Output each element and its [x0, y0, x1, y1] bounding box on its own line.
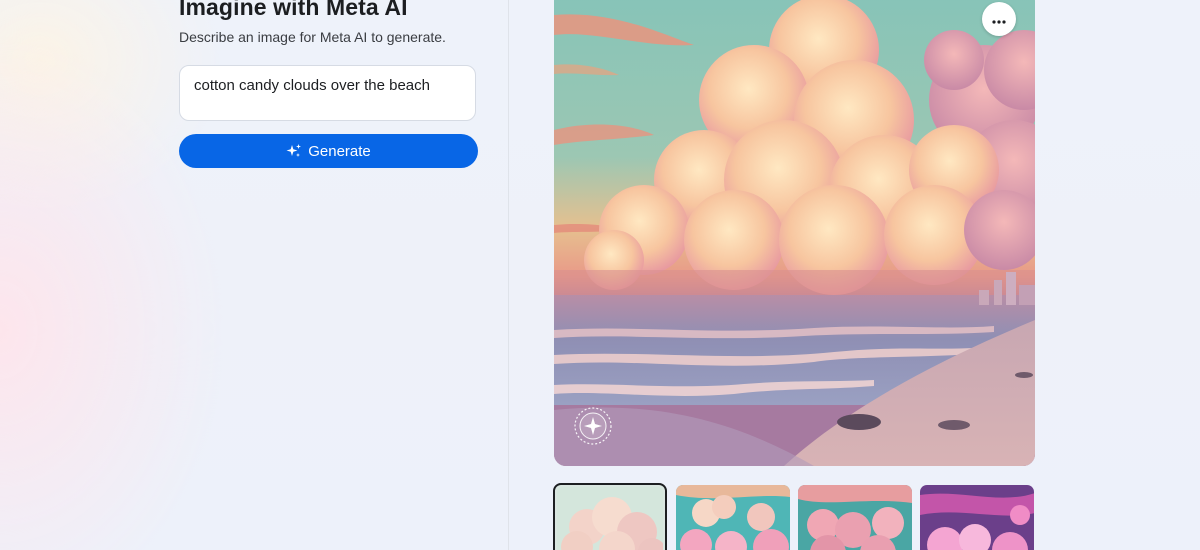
generate-label: Generate	[308, 142, 371, 160]
page-subtitle: Describe an image for Meta AI to generat…	[179, 29, 446, 45]
generated-image[interactable]	[554, 0, 1035, 466]
ai-watermark-icon	[573, 406, 613, 446]
sparkle-icon	[286, 143, 302, 159]
thumbnail-4[interactable]	[920, 485, 1034, 550]
more-options-button[interactable]	[982, 2, 1016, 36]
page-title: Imagine with Meta AI	[179, 0, 408, 20]
thumbnail-3[interactable]	[798, 485, 912, 550]
prompt-input[interactable]	[179, 65, 476, 121]
ellipsis-icon	[992, 12, 1006, 27]
generate-button[interactable]: Generate	[179, 134, 478, 168]
thumbnail-2[interactable]	[676, 485, 790, 550]
panel-divider	[508, 0, 509, 550]
thumbnail-1[interactable]	[553, 483, 667, 550]
